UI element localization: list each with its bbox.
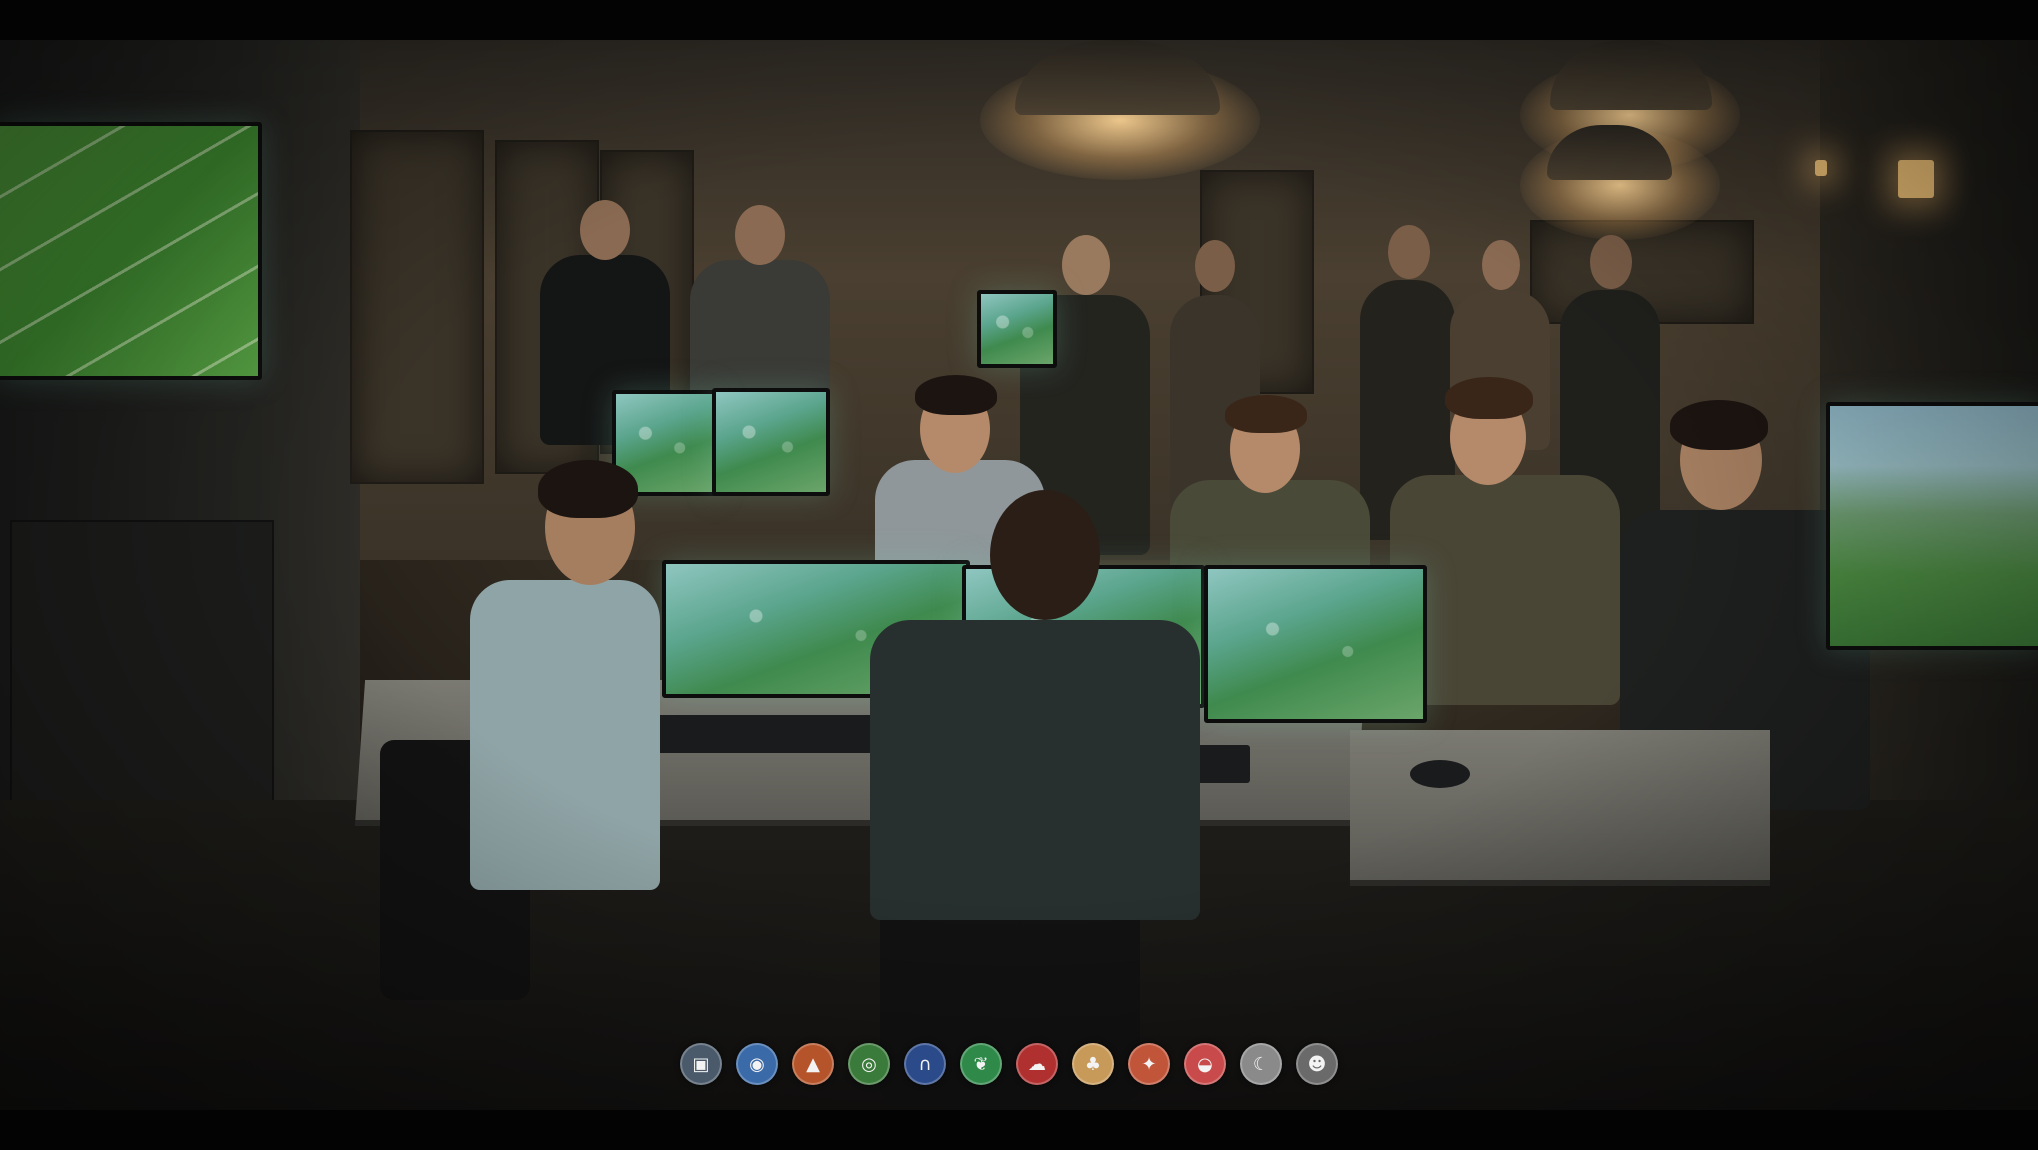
triangle-icon[interactable]: ▲: [792, 1043, 834, 1085]
letterbox-bottom: [0, 1110, 2038, 1150]
cloud-icon[interactable]: ☁: [1016, 1043, 1058, 1085]
rocket-icon[interactable]: ✦: [1128, 1043, 1170, 1085]
globe-icon[interactable]: ◉: [736, 1043, 778, 1085]
wall-sconce: [1815, 160, 1827, 176]
bell-icon[interactable]: ♣: [1072, 1043, 1114, 1085]
desk-extension: [1350, 730, 1770, 886]
monitor: [1204, 565, 1427, 723]
letterbox-top: [0, 0, 2038, 40]
monitor: [977, 290, 1057, 368]
monitor: [1826, 402, 2038, 650]
leaf-icon[interactable]: ❦: [960, 1043, 1002, 1085]
horseshoe-icon[interactable]: ∩: [904, 1043, 946, 1085]
monitor-screen: [716, 392, 826, 492]
crescent-icon[interactable]: ☾: [1240, 1043, 1282, 1085]
wall-tv: [0, 122, 262, 380]
photo-frame: ▣ ◉ ▲ ◎ ∩ ❦ ☁ ♣ ✦ ◒ ☾ ☻: [0, 0, 2038, 1150]
window-icon[interactable]: ▣: [680, 1043, 722, 1085]
tv-screen-football: [0, 126, 258, 376]
icon-dock: ▣ ◉ ▲ ◎ ∩ ❦ ☁ ♣ ✦ ◒ ☾ ☻: [680, 1040, 1360, 1088]
helmet-icon[interactable]: ☻: [1296, 1043, 1338, 1085]
monitor-screen: [1830, 406, 2038, 646]
monitor: [712, 388, 830, 496]
mouse: [1410, 760, 1470, 788]
wall-sconce: [1898, 160, 1934, 198]
monitor-screen: [981, 294, 1053, 364]
keyboard: [650, 715, 890, 753]
wall-panel: [350, 130, 484, 484]
spiral-icon[interactable]: ◎: [848, 1043, 890, 1085]
monitor-screen: [1208, 569, 1423, 719]
gaming-room-scene: [0, 40, 2038, 1110]
lips-icon[interactable]: ◒: [1184, 1043, 1226, 1085]
